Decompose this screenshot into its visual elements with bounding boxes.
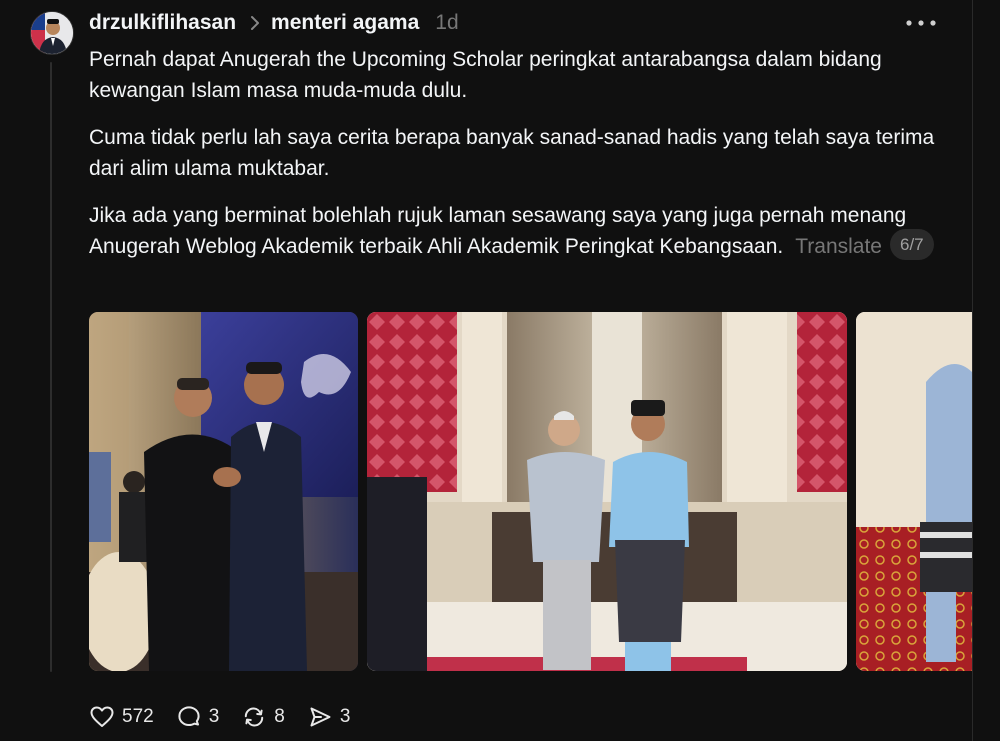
feed-divider	[972, 0, 973, 741]
post-photo-3[interactable]	[856, 312, 972, 671]
topic-link[interactable]: menteri agama	[271, 11, 419, 35]
reply-count: 3	[208, 706, 220, 727]
repost-icon	[245, 707, 264, 727]
chevron-right-icon	[251, 16, 260, 30]
avatar[interactable]	[30, 11, 74, 55]
share-count: 3	[339, 706, 351, 727]
post-photo-2[interactable]	[367, 312, 847, 671]
post-time[interactable]: 1d	[435, 11, 458, 35]
post-photo-1[interactable]	[89, 312, 358, 671]
username-link[interactable]: drzulkiflihasan	[89, 11, 236, 35]
more-dots-icon[interactable]	[905, 16, 937, 30]
post-body: Pernah dapat Anugerah the Upcoming Schol…	[89, 44, 949, 278]
media-pager-badge: 6/7	[889, 229, 934, 260]
repost-count: 8	[274, 706, 285, 727]
translate-button[interactable]: Translate	[795, 235, 882, 258]
reply-button[interactable]: 3	[176, 704, 220, 730]
thread-line	[50, 62, 52, 672]
send-icon	[310, 707, 331, 727]
heart-icon	[90, 706, 114, 727]
comment-icon	[178, 706, 200, 726]
post-paragraph-text: Jika ada yang berminat bolehlah rujuk la…	[89, 204, 907, 258]
post-paragraph: Jika ada yang berminat bolehlah rujuk la…	[89, 200, 949, 262]
like-count: 572	[122, 706, 154, 727]
share-button[interactable]: 3	[307, 704, 351, 730]
post-header: drzulkiflihasan menteri agama 1d	[89, 10, 459, 36]
post-paragraph: Pernah dapat Anugerah the Upcoming Schol…	[89, 48, 882, 102]
post-paragraph: Cuma tidak perlu lah saya cerita berapa …	[89, 126, 935, 180]
like-button[interactable]: 572	[89, 704, 154, 730]
post-actions: 572 3 8 3	[89, 703, 372, 731]
repost-button[interactable]: 8	[241, 704, 285, 730]
